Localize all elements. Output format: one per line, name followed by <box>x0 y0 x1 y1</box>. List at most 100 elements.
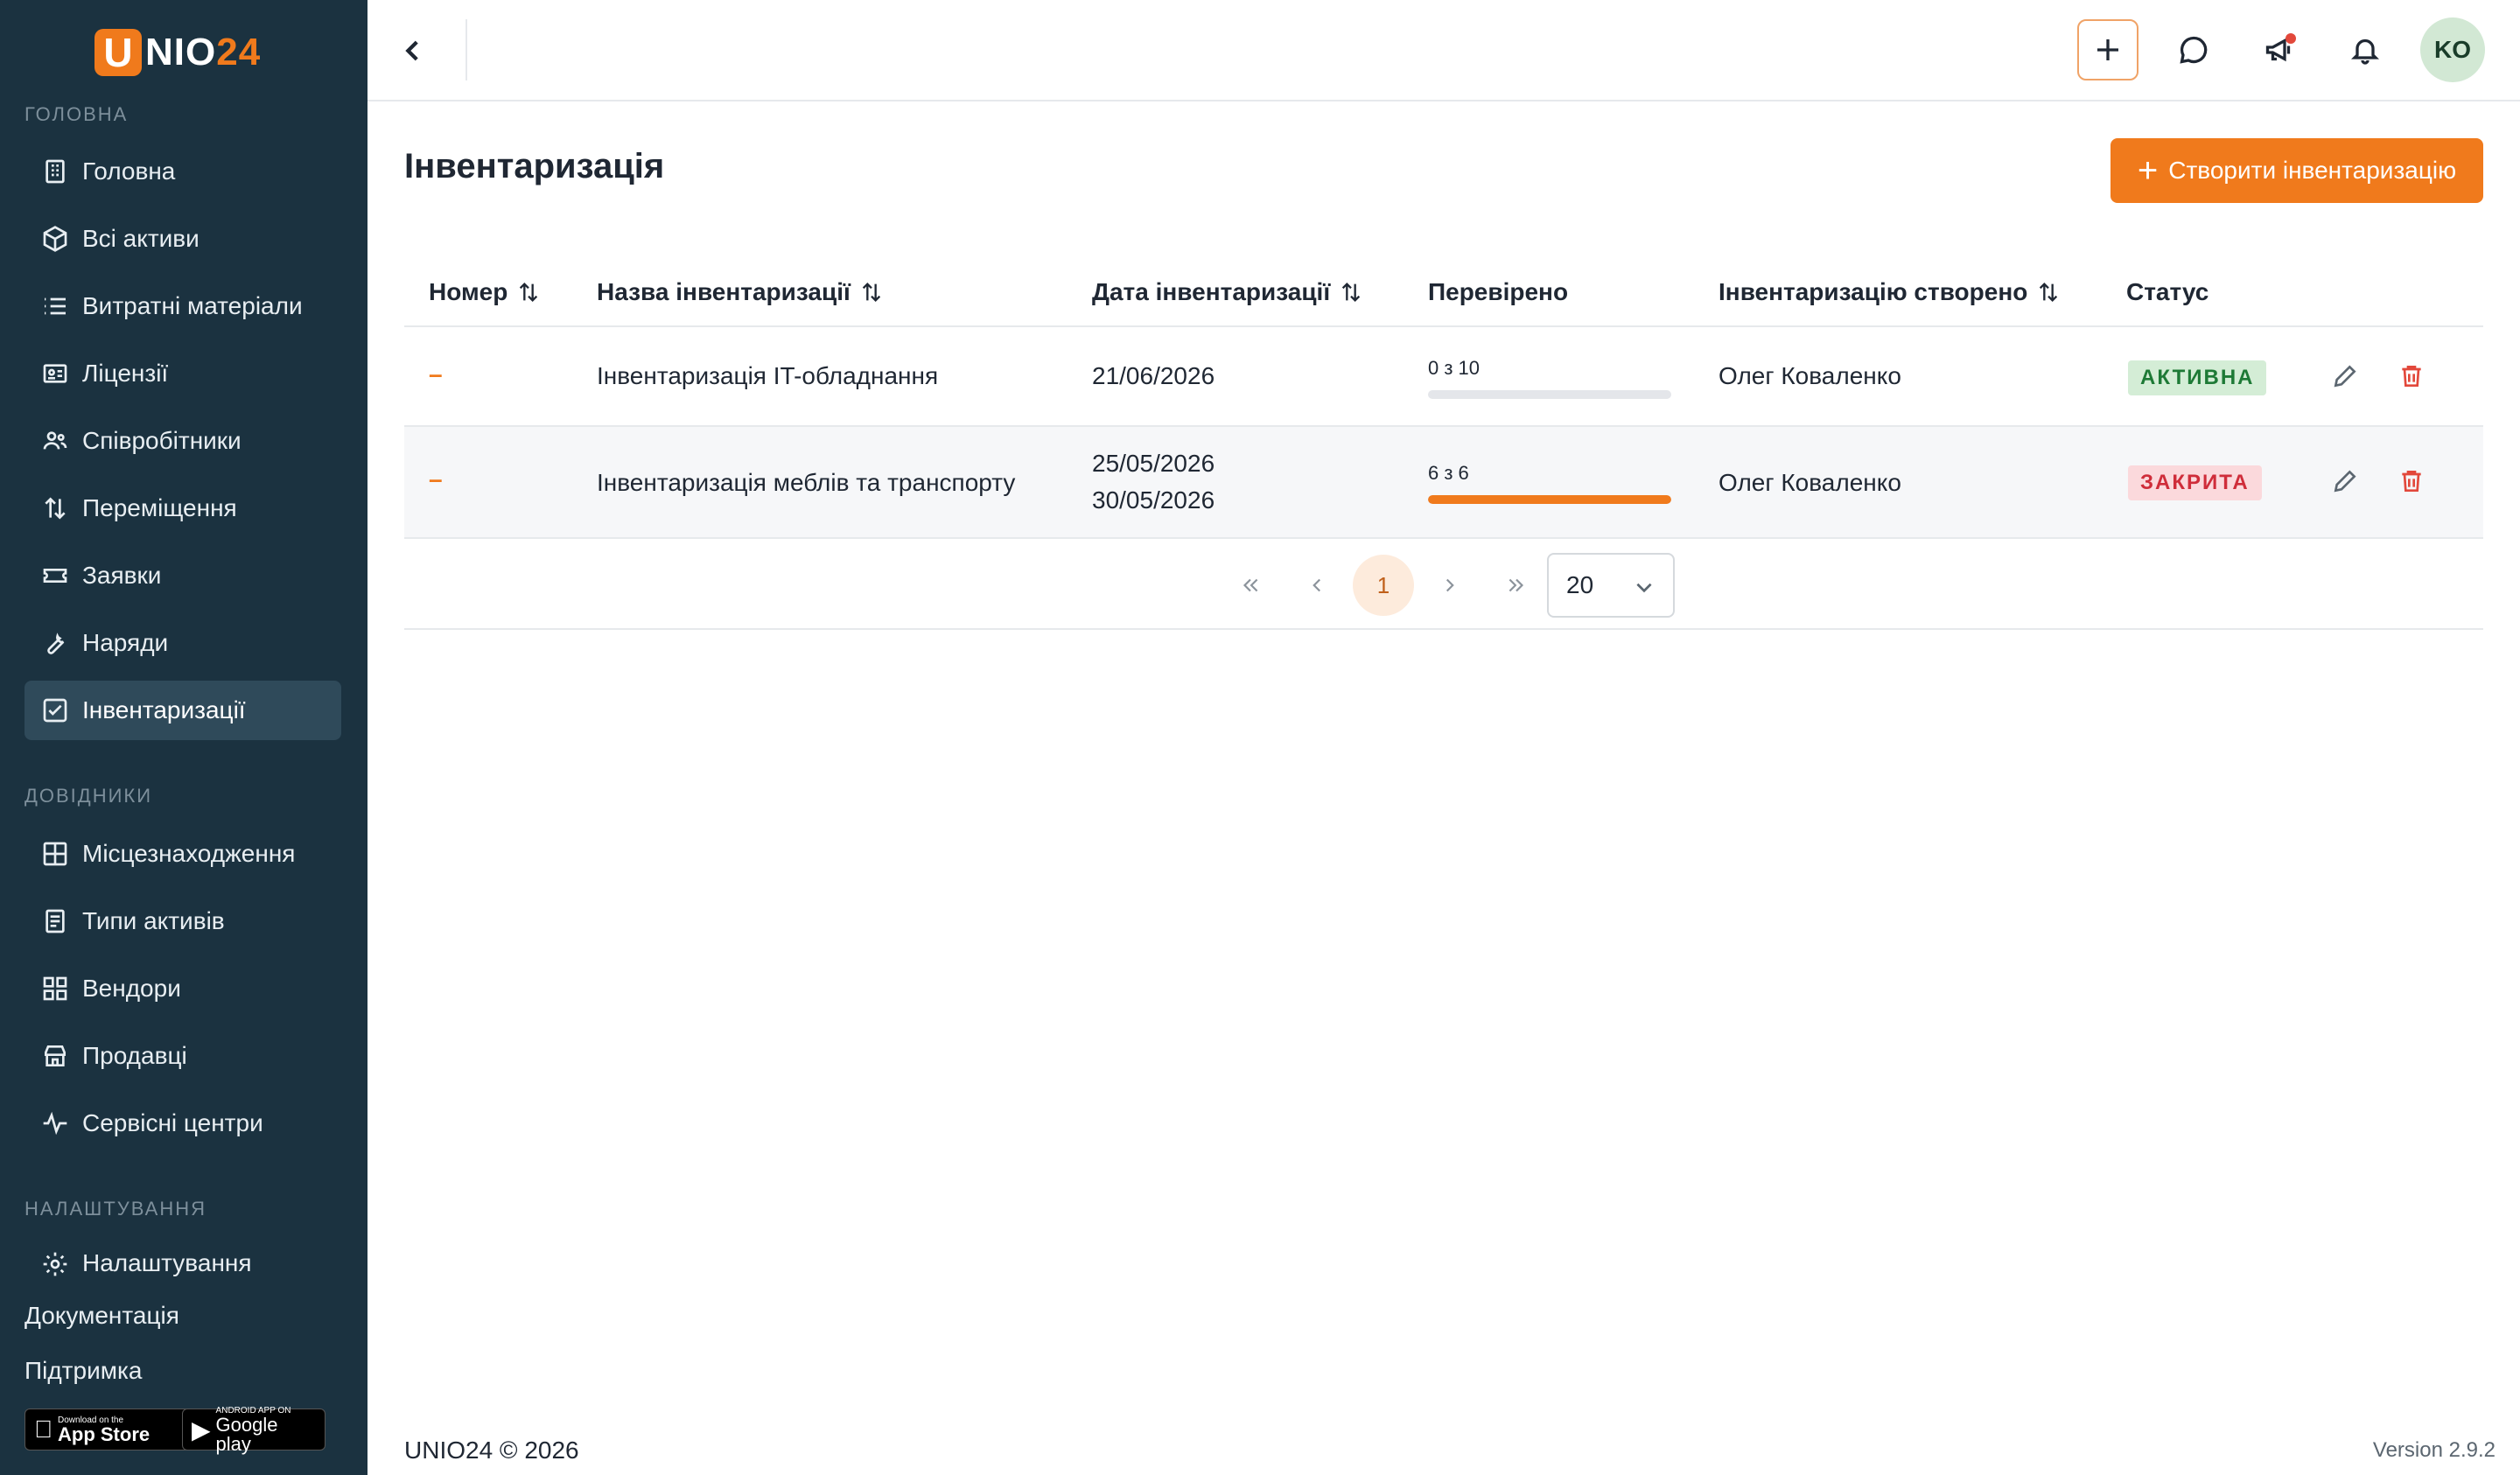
last-page-button[interactable] <box>1486 555 1547 616</box>
inventory-date: 21/06/2026 <box>1092 362 1215 389</box>
documentation-link[interactable]: Документація <box>24 1302 179 1330</box>
sidebar-item-label: Головна <box>82 157 176 185</box>
store-icon <box>40 1041 70 1071</box>
sidebar-item-transfers[interactable]: Переміщення <box>24 479 341 538</box>
sidebar-item-label: Вендори <box>82 975 181 1002</box>
sidebar-item-label: Інвентаризації <box>82 696 246 724</box>
sidebar-item-orders[interactable]: Наряди <box>24 613 341 673</box>
prev-page-button[interactable] <box>1286 555 1348 616</box>
column-header-status: Статус <box>2126 278 2209 305</box>
sidebar-item-home[interactable]: Головна <box>24 142 341 201</box>
building-icon <box>40 157 70 186</box>
delete-button[interactable] <box>2396 360 2427 392</box>
google-play-badge[interactable]: ▶ ANDROID APP ON Google play <box>182 1406 326 1453</box>
sidebar-item-vendors[interactable]: Вендори <box>24 959 341 1018</box>
page-size-select[interactable]: 20 <box>1547 553 1675 618</box>
gear-icon <box>40 1249 70 1279</box>
cube-icon <box>40 224 70 254</box>
chat-button[interactable] <box>2163 19 2224 80</box>
progress-bar <box>1428 495 1671 504</box>
sort-icon[interactable] <box>1339 279 1363 305</box>
chevron-right-icon <box>1446 578 1454 592</box>
edit-button[interactable] <box>2329 465 2361 497</box>
blocks-icon <box>40 974 70 1003</box>
column-header-date[interactable]: Дата інвентаризації <box>1092 278 1363 306</box>
sidebar-item-consumables[interactable]: Витратні матеріали <box>24 276 341 336</box>
sidebar-item-label: Заявки <box>82 562 162 589</box>
sort-icon[interactable] <box>516 279 541 305</box>
sidebar: U NIO24 ГОЛОВНА Головна Всі активи Витра… <box>0 0 368 1475</box>
checked-count: 6 з 6 <box>1428 462 1469 484</box>
sidebar-item-locations[interactable]: Місцезнаходження <box>24 824 341 884</box>
sidebar-item-employees[interactable]: Співробітники <box>24 411 341 471</box>
document-icon <box>40 906 70 936</box>
sidebar-item-label: Місцезнаходження <box>82 840 296 867</box>
create-inventory-button[interactable]: + Створити інвентаризацію <box>2110 138 2483 203</box>
next-page-button[interactable] <box>1419 555 1480 616</box>
double-chevron-right-icon <box>1508 578 1524 592</box>
chat-icon <box>2180 36 2208 64</box>
sidebar-item-service-centers[interactable]: Сервісні центри <box>24 1094 341 1153</box>
announcements-button[interactable] <box>2249 19 2310 80</box>
progress-fill <box>1428 495 1671 504</box>
column-header-name[interactable]: Назва інвентаризації <box>597 278 884 306</box>
column-header-creator[interactable]: Інвентаризацію створено <box>1718 278 2061 306</box>
sidebar-item-label: Сервісні центри <box>82 1109 263 1136</box>
plus-icon: + <box>2137 151 2159 190</box>
chevron-down-icon <box>1636 583 1652 593</box>
sidebar-item-requests[interactable]: Заявки <box>24 546 341 605</box>
bell-icon <box>2351 38 2379 65</box>
arrows-updown-icon <box>40 493 70 523</box>
sort-icon[interactable] <box>2036 279 2061 305</box>
column-header-number[interactable]: Номер <box>429 278 541 306</box>
sidebar-item-settings[interactable]: Налаштування <box>24 1237 341 1281</box>
table-header: Номер Назва інвентаризації Дата інвентар… <box>404 262 2483 327</box>
app-store-badge[interactable]:  Download on the App Store <box>24 1409 191 1451</box>
copyright: UNIO24 © 2026 <box>404 1437 579 1464</box>
sidebar-item-licenses[interactable]: Ліцензії <box>24 344 341 403</box>
notifications-button[interactable] <box>2334 19 2396 80</box>
column-header-checked: Перевірено <box>1428 278 1569 305</box>
logo[interactable]: U NIO24 <box>94 28 261 77</box>
checkbox-icon <box>40 696 70 725</box>
users-icon <box>40 426 70 456</box>
table-row[interactable]: – Інвентаризація IT-обладнання 21/06/202… <box>404 327 2483 427</box>
chevron-left-icon <box>405 40 418 61</box>
sidebar-item-label: Типи активів <box>82 907 225 934</box>
sidebar-item-asset-types[interactable]: Типи активів <box>24 891 341 951</box>
inventory-name[interactable]: Інвентаризація IT-обладнання <box>597 362 938 390</box>
page-number[interactable]: 1 <box>1353 555 1414 616</box>
logo-mark: U <box>94 29 142 76</box>
status-badge: ЗАКРИТА <box>2128 465 2262 500</box>
chevron-left-icon <box>1312 578 1321 592</box>
avatar[interactable]: KO <box>2420 17 2485 82</box>
support-link[interactable]: Підтримка <box>24 1357 142 1385</box>
sidebar-item-sellers[interactable]: Продавці <box>24 1026 341 1086</box>
back-button[interactable] <box>394 31 432 70</box>
row-number: – <box>429 465 443 493</box>
sidebar-item-inventories[interactable]: Інвентаризації <box>24 681 341 740</box>
edit-button[interactable] <box>2329 360 2361 392</box>
sidebar-item-label: Наряди <box>82 629 169 656</box>
status-badge: АКТИВНА <box>2128 360 2267 395</box>
inventory-date-end: 30/05/2026 <box>1092 486 1215 514</box>
list-icon <box>40 291 70 321</box>
play-icon: ▶ <box>192 1416 211 1444</box>
sidebar-item-assets[interactable]: Всі активи <box>24 209 341 269</box>
sidebar-item-label: Ліцензії <box>82 360 169 387</box>
checked-count: 0 з 10 <box>1428 357 1480 379</box>
delete-button[interactable] <box>2396 465 2427 497</box>
pencil-icon <box>2334 365 2356 388</box>
quick-add-button[interactable] <box>2077 19 2138 80</box>
activity-icon <box>40 1108 70 1138</box>
pencil-icon <box>2334 470 2356 493</box>
first-page-button[interactable] <box>1220 555 1281 616</box>
page-title: Інвентаризація <box>404 147 665 185</box>
inventory-date-start: 25/05/2026 <box>1092 450 1215 477</box>
plus-icon <box>2097 39 2118 60</box>
version-label: Version 2.9.2 <box>2372 1438 2496 1462</box>
sort-icon[interactable] <box>859 279 884 305</box>
section-label-main: ГОЛОВНА <box>24 103 129 125</box>
inventory-name[interactable]: Інвентаризація меблів та транспорту <box>597 469 1015 497</box>
table-row[interactable]: – Інвентаризація меблів та транспорту 25… <box>404 427 2483 539</box>
